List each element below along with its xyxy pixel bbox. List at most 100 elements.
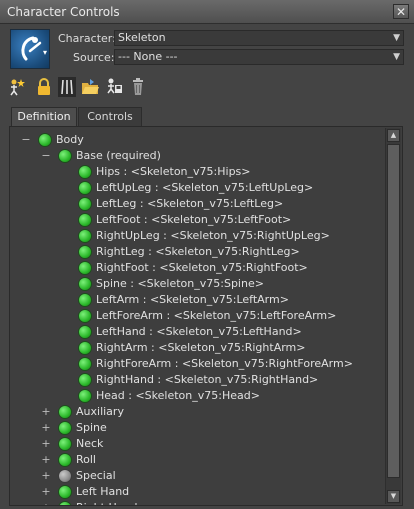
create-character-icon <box>10 79 25 96</box>
tree-item-label: Body <box>56 133 84 146</box>
tree-item-label: RightForeArm : <Skeleton_v75:RightForeAr… <box>96 357 353 370</box>
tree-item-label: Hips : <Skeleton_v75:Hips> <box>96 165 251 178</box>
tree-item-label: Spine <box>76 421 107 434</box>
collapse-toggle[interactable]: − <box>41 149 51 163</box>
tree-node-group[interactable]: + Right Hand <box>10 500 384 505</box>
status-green-icon <box>59 438 71 450</box>
tree-item-bone[interactable]: RightFoot : <Skeleton_v75:RightFoot> <box>10 260 384 276</box>
save-definition-button[interactable] <box>105 77 123 97</box>
tree-node-group[interactable]: + Special <box>10 468 384 484</box>
status-green-icon <box>59 150 71 162</box>
tree-item-bone[interactable]: RightLeg : <Skeleton_v75:RightLeg> <box>10 244 384 260</box>
character-value: Skeleton <box>118 31 166 44</box>
source-label: Source: <box>73 51 115 64</box>
save-definition-icon <box>107 78 122 94</box>
tree-item-label: LeftLeg : <Skeleton_v75:LeftLeg> <box>96 197 284 210</box>
tree-item-label: RightFoot : <Skeleton_v75:RightFoot> <box>96 261 308 274</box>
tree-item-bone[interactable]: LeftForeArm : <Skeleton_v75:LeftForeArm> <box>10 308 384 324</box>
status-green-icon <box>79 214 91 226</box>
character-label: Character: <box>58 32 116 45</box>
tree-node-base[interactable]: − Base (required) <box>10 148 384 164</box>
status-green-icon <box>79 326 91 338</box>
expand-toggle[interactable]: + <box>41 485 51 499</box>
collapse-toggle[interactable]: − <box>21 133 31 147</box>
tab-controls[interactable]: Controls <box>78 107 142 126</box>
tree-item-label: Special <box>76 469 116 482</box>
source-select[interactable]: --- None --- ▼ <box>114 49 404 65</box>
vertical-scrollbar[interactable]: ▲ ▼ <box>385 128 401 504</box>
status-green-icon <box>79 278 91 290</box>
expand-toggle[interactable]: + <box>41 501 51 505</box>
status-green-icon <box>79 198 91 210</box>
create-character-button[interactable] <box>8 77 26 97</box>
scroll-thumb[interactable] <box>387 144 400 478</box>
status-green-icon <box>79 342 91 354</box>
expand-toggle[interactable]: + <box>41 421 51 435</box>
tree-item-bone[interactable]: Spine : <Skeleton_v75:Spine> <box>10 276 384 292</box>
expand-toggle[interactable]: + <box>41 453 51 467</box>
chevron-down-icon: ▼ <box>393 33 400 43</box>
expand-toggle[interactable]: + <box>41 469 51 483</box>
tree-item-label: LeftUpLeg : <Skeleton_v75:LeftUpLeg> <box>96 181 314 194</box>
definition-tree: − Body − Base (required) Hips : <Skeleton_v7… <box>9 126 403 506</box>
character-select[interactable]: Skeleton ▼ <box>114 30 404 46</box>
tree-item-label: Roll <box>76 453 96 466</box>
tab-definition[interactable]: Definition <box>11 107 77 126</box>
status-green-icon <box>79 390 91 402</box>
tree-item-label: Spine : <Skeleton_v75:Spine> <box>96 277 264 290</box>
tree-item-label: RightHand : <Skeleton_v75:RightHand> <box>96 373 319 386</box>
title-bar: Character Controls ✕ <box>0 0 414 24</box>
status-green-icon <box>79 182 91 194</box>
tree-item-bone[interactable]: LeftFoot : <Skeleton_v75:LeftFoot> <box>10 212 384 228</box>
status-green-icon <box>79 166 91 178</box>
tree-item-label: LeftArm : <Skeleton_v75:LeftArm> <box>96 293 289 306</box>
skeleton-button[interactable] <box>58 77 76 97</box>
delete-icon <box>133 78 143 95</box>
tree-item-label: Left Hand <box>76 485 130 498</box>
tree-item-label: Auxiliary <box>76 405 124 418</box>
tree-node-group[interactable]: + Auxiliary <box>10 404 384 420</box>
tree-item-bone[interactable]: Head : <Skeleton_v75:Head> <box>10 388 384 404</box>
tree-item-bone[interactable]: Hips : <Skeleton_v75:Hips> <box>10 164 384 180</box>
expand-toggle[interactable]: + <box>41 437 51 451</box>
close-button[interactable]: ✕ <box>393 4 409 19</box>
status-green-icon <box>79 310 91 322</box>
status-green-icon <box>79 374 91 386</box>
tree-item-label: Right Hand <box>76 501 137 505</box>
delete-button[interactable] <box>129 77 147 97</box>
tree-node-body[interactable]: − Body <box>10 132 384 148</box>
status-green-icon <box>79 294 91 306</box>
expand-toggle[interactable]: + <box>41 405 51 419</box>
status-green-icon <box>59 422 71 434</box>
tree-item-bone[interactable]: RightHand : <Skeleton_v75:RightHand> <box>10 372 384 388</box>
skeleton-icon <box>58 77 76 97</box>
lock-button[interactable] <box>35 77 53 97</box>
tree-item-bone[interactable]: LeftHand : <Skeleton_v75:LeftHand> <box>10 324 384 340</box>
source-value: --- None --- <box>118 50 178 63</box>
tree-item-bone[interactable]: RightForeArm : <Skeleton_v75:RightForeAr… <box>10 356 384 372</box>
tree-item-label: Base (required) <box>76 149 161 162</box>
tree-node-group[interactable]: + Left Hand <box>10 484 384 500</box>
tree-item-bone[interactable]: RightUpLeg : <Skeleton_v75:RightUpLeg> <box>10 228 384 244</box>
tree-item-bone[interactable]: LeftLeg : <Skeleton_v75:LeftLeg> <box>10 196 384 212</box>
tree-item-label: RightUpLeg : <Skeleton_v75:RightUpLeg> <box>96 229 330 242</box>
tree-item-label: RightArm : <Skeleton_v75:RightArm> <box>96 341 306 354</box>
status-green-icon <box>59 486 71 498</box>
tree-node-group[interactable]: + Roll <box>10 452 384 468</box>
tree-item-bone[interactable]: LeftArm : <Skeleton_v75:LeftArm> <box>10 292 384 308</box>
character-icon-button[interactable]: ▾ <box>10 29 50 69</box>
scroll-up-button[interactable]: ▲ <box>387 129 400 142</box>
open-button[interactable] <box>81 77 99 97</box>
tree-item-label: Neck <box>76 437 104 450</box>
status-green-icon <box>59 406 71 418</box>
chevron-down-icon: ▼ <box>393 52 400 62</box>
scroll-down-button[interactable]: ▼ <box>387 490 400 503</box>
tree-item-label: Head : <Skeleton_v75:Head> <box>96 389 260 402</box>
open-folder-icon <box>82 79 99 94</box>
tree-node-group[interactable]: + Spine <box>10 420 384 436</box>
tree-item-bone[interactable]: RightArm : <Skeleton_v75:RightArm> <box>10 340 384 356</box>
tree-node-group[interactable]: + Neck <box>10 436 384 452</box>
lock-icon <box>38 78 50 95</box>
tree-item-bone[interactable]: LeftUpLeg : <Skeleton_v75:LeftUpLeg> <box>10 180 384 196</box>
tree-item-label: LeftFoot : <Skeleton_v75:LeftFoot> <box>96 213 292 226</box>
